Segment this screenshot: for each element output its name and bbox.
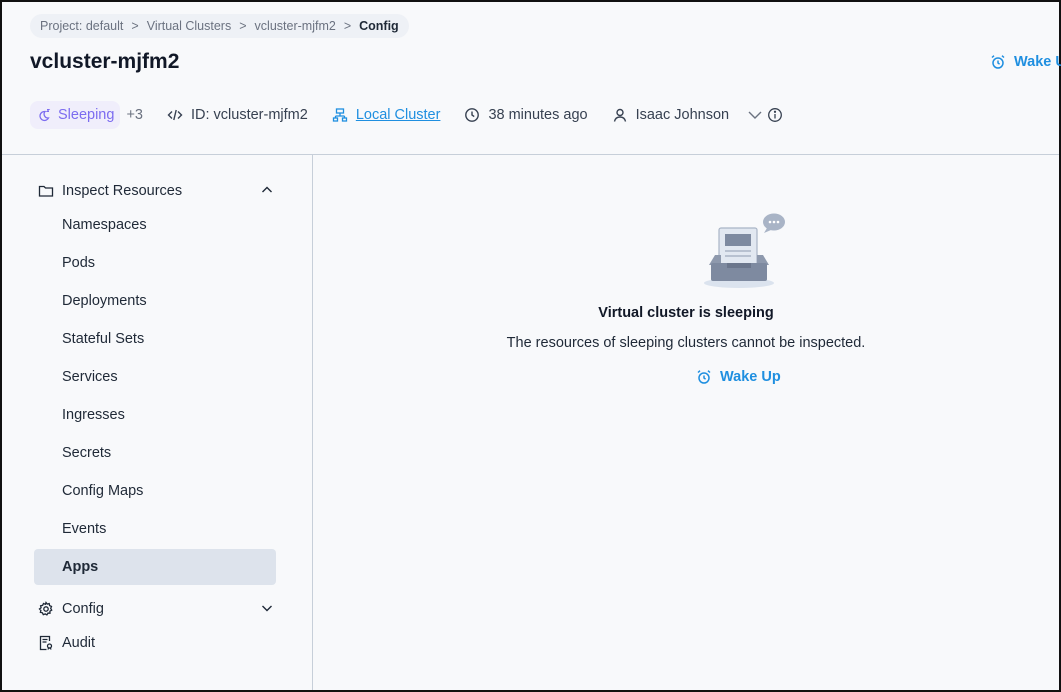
meta-bar: Sleeping +3 ID: vcluster-mjfm2 Local Clu… bbox=[30, 100, 783, 130]
audit-icon bbox=[38, 635, 54, 651]
breadcrumb-separator: > bbox=[239, 19, 247, 33]
audit-label: Audit bbox=[62, 635, 96, 651]
main-content: Virtual cluster is sleeping The resource… bbox=[313, 155, 1059, 690]
status-badge: Sleeping bbox=[30, 101, 121, 129]
sidebar-item-stateful-sets[interactable]: Stateful Sets bbox=[34, 321, 276, 357]
wake-up-button-label: Wake Up bbox=[720, 369, 781, 385]
inspect-resources-label: Inspect Resources bbox=[62, 183, 183, 199]
sidebar-item-apps[interactable]: Apps bbox=[34, 549, 276, 585]
vcluster-id: ID: vcluster-mjfm2 bbox=[167, 107, 308, 123]
chevron-down-icon[interactable] bbox=[747, 107, 763, 123]
breadcrumb-separator: > bbox=[131, 19, 139, 33]
page-title: vcluster-mjfm2 bbox=[30, 50, 180, 73]
page-header: Project: default > Virtual Clusters > vc… bbox=[2, 2, 1061, 154]
status-text: Sleeping bbox=[58, 107, 115, 123]
cluster-icon bbox=[332, 107, 348, 123]
config-label: Config bbox=[62, 601, 104, 617]
gear-icon bbox=[38, 601, 54, 617]
sidebar-item-secrets[interactable]: Secrets bbox=[34, 435, 276, 471]
chevron-up-icon bbox=[260, 183, 274, 197]
cluster-link-text[interactable]: Local Cluster bbox=[356, 107, 441, 123]
sidebar-item-services[interactable]: Services bbox=[34, 359, 276, 395]
user-icon bbox=[612, 107, 628, 123]
vcluster-id-text: ID: vcluster-mjfm2 bbox=[190, 107, 308, 123]
sleep-icon bbox=[36, 107, 52, 123]
sidebar-item-ingresses[interactable]: Ingresses bbox=[34, 397, 276, 433]
code-icon bbox=[167, 107, 183, 123]
chevron-down-icon bbox=[260, 601, 274, 615]
sidebar-item-audit[interactable]: Audit bbox=[38, 631, 278, 655]
wake-up-label: Wake Up bbox=[1014, 54, 1061, 70]
extra-status-count[interactable]: +3 bbox=[126, 107, 143, 123]
breadcrumb-virtual-clusters[interactable]: Virtual Clusters bbox=[147, 19, 232, 33]
sidebar-item-config-maps[interactable]: Config Maps bbox=[34, 473, 276, 509]
inspect-resources-toggle[interactable]: Inspect Resources bbox=[38, 179, 278, 203]
alarm-clock-icon bbox=[696, 369, 712, 385]
cluster-link[interactable]: Local Cluster bbox=[332, 107, 441, 123]
sidebar-item-deployments[interactable]: Deployments bbox=[34, 283, 276, 319]
meta-controls bbox=[747, 107, 783, 123]
alarm-clock-icon bbox=[990, 54, 1006, 70]
wake-up-header-button[interactable]: Wake Up bbox=[990, 54, 1061, 70]
breadcrumb-separator: > bbox=[343, 19, 352, 33]
breadcrumb-vcluster[interactable]: vcluster-mjfm2 bbox=[255, 19, 336, 33]
sidebar-item-pods[interactable]: Pods bbox=[34, 245, 276, 281]
created-time-text: 38 minutes ago bbox=[488, 107, 588, 123]
created-time: 38 minutes ago bbox=[464, 107, 588, 123]
empty-state-description: The resources of sleeping clusters canno… bbox=[506, 335, 866, 351]
config-toggle[interactable]: Config bbox=[38, 597, 278, 621]
sidebar: Inspect Resources Namespaces Pods Deploy… bbox=[2, 155, 312, 690]
empty-inbox-illustration bbox=[701, 210, 791, 290]
info-icon[interactable] bbox=[767, 107, 783, 123]
wake-up-button[interactable]: Wake Up bbox=[696, 369, 781, 385]
owner: Isaac Johnson bbox=[612, 107, 730, 123]
breadcrumb-current: Config bbox=[359, 19, 399, 33]
owner-name: Isaac Johnson bbox=[635, 107, 730, 123]
breadcrumb: Project: default > Virtual Clusters > vc… bbox=[30, 14, 409, 38]
breadcrumb-project[interactable]: Project: default bbox=[40, 19, 123, 33]
clock-icon bbox=[464, 107, 480, 123]
sidebar-item-events[interactable]: Events bbox=[34, 511, 276, 547]
sidebar-item-namespaces[interactable]: Namespaces bbox=[34, 207, 276, 243]
folder-icon bbox=[38, 183, 54, 199]
empty-state-title: Virtual cluster is sleeping bbox=[598, 305, 774, 321]
